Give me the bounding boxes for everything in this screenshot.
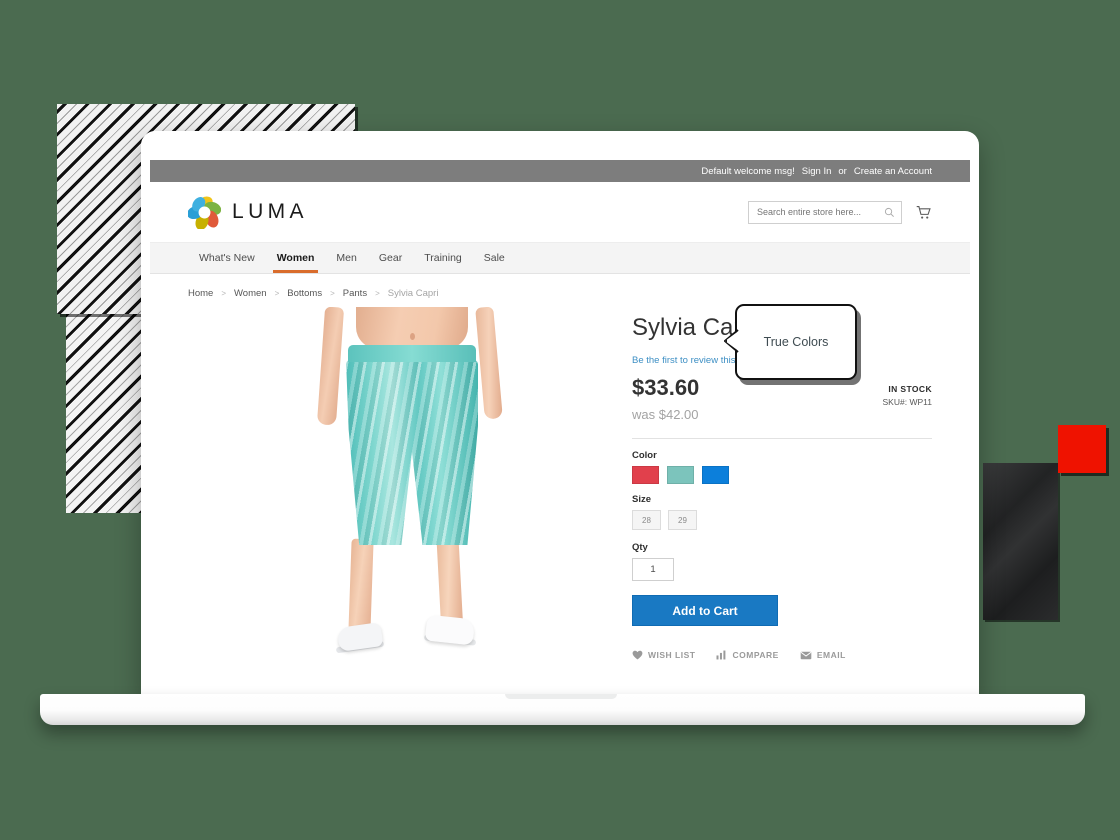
dark-rectangle-decoration (983, 463, 1058, 620)
breadcrumb-item-home[interactable]: Home (188, 288, 213, 299)
sign-in-link[interactable]: Sign In (802, 166, 832, 177)
breadcrumb-item-bottoms[interactable]: Bottoms (287, 288, 322, 299)
price-block: $33.60 was $42.00 (632, 375, 700, 423)
product-sku: SKU#: WP11 (883, 397, 932, 407)
create-account-link[interactable]: Create an Account (854, 166, 932, 177)
envelope-icon (800, 651, 812, 660)
capri-leggings-stripes (346, 359, 478, 545)
compare-label: COMPARE (732, 650, 779, 661)
header-right-group (748, 200, 932, 224)
search-box[interactable] (748, 200, 902, 224)
compare-link[interactable]: COMPARE (716, 650, 778, 660)
email-label: EMAIL (816, 650, 846, 661)
breadcrumb-separator: > (375, 289, 380, 298)
size-swatch-group: 28 29 (632, 510, 932, 531)
add-to-cart-button[interactable]: Add to Cart (632, 595, 778, 627)
main-navigation: What's New Women Men Gear Training Sale (150, 242, 970, 274)
email-link[interactable]: EMAIL (800, 650, 846, 660)
model-leg-left (348, 538, 374, 634)
product-detail: Sylvia Capri Be the first to review this… (150, 299, 970, 662)
breadcrumb-separator: > (221, 289, 227, 298)
breadcrumb-separator: > (274, 289, 280, 298)
nav-item-women[interactable]: Women (266, 243, 326, 273)
welcome-message: Default welcome msg! (701, 165, 795, 177)
section-divider (632, 438, 932, 440)
luma-flower-logo-icon (187, 196, 222, 230)
color-swatch-group (632, 466, 932, 485)
nav-item-gear[interactable]: Gear (368, 243, 413, 273)
product-old-price: was $42.00 (632, 407, 699, 423)
model-arm-left (316, 307, 345, 426)
breadcrumb-separator: > (330, 289, 335, 298)
heart-icon (632, 651, 643, 660)
size-option-28[interactable]: 28 (632, 510, 661, 531)
nav-item-training[interactable]: Training (413, 243, 473, 273)
nav-item-whats-new[interactable]: What's New (188, 243, 266, 273)
size-option-label: Size (632, 494, 652, 506)
brand-name: LUMA (232, 200, 308, 223)
color-swatch-blue[interactable] (702, 466, 729, 485)
product-action-links: WISH LIST COMPARE EMAIL (632, 650, 932, 660)
model-navel (410, 333, 415, 340)
breadcrumb-item-current: Sylvia Capri (387, 288, 439, 299)
product-price: $33.60 (632, 375, 700, 401)
model-arm-right (475, 307, 503, 420)
site-header: LUMA (150, 182, 970, 242)
laptop-base-notch (505, 694, 617, 699)
product-info: Sylvia Capri Be the first to review this… (632, 304, 932, 662)
model-torso (356, 307, 468, 349)
color-swatch-teal[interactable] (667, 466, 694, 485)
shopping-cart-icon[interactable] (915, 204, 932, 221)
stock-status-badge: IN STOCK (888, 384, 932, 395)
sku-value: WP11 (909, 397, 932, 408)
true-colors-callout: True Colors (724, 304, 857, 380)
browser-viewport: Default welcome msg! Sign In or Create a… (150, 160, 970, 669)
shoe-right (424, 614, 476, 646)
nav-item-men[interactable]: Men (325, 243, 367, 273)
nav-item-sale[interactable]: Sale (473, 243, 516, 273)
or-text: or (838, 165, 847, 177)
search-input[interactable] (755, 206, 884, 218)
search-icon[interactable] (884, 207, 895, 218)
color-option-label: Color (632, 450, 657, 462)
product-image[interactable] (188, 307, 608, 662)
color-swatch-red[interactable] (632, 466, 659, 485)
wish-list-label: WISH LIST (648, 650, 696, 661)
callout-text: True Colors (763, 335, 829, 349)
price-row: $33.60 was $42.00 IN STOCK SKU#: WP11 (632, 375, 932, 423)
size-option-29[interactable]: 29 (668, 510, 697, 531)
stock-block: IN STOCK SKU#: WP11 (883, 377, 932, 407)
wish-list-link[interactable]: WISH LIST (632, 650, 695, 660)
red-square-decoration (1058, 425, 1106, 473)
qty-input[interactable] (632, 558, 674, 582)
compare-bars-icon (716, 650, 726, 660)
breadcrumb-item-pants[interactable]: Pants (343, 288, 367, 299)
breadcrumb: Home > Women > Bottoms > Pants > Sylvia … (150, 274, 970, 299)
sku-label: SKU#: (882, 397, 908, 408)
utility-topbar: Default welcome msg! Sign In or Create a… (150, 160, 970, 182)
qty-label: Qty (632, 542, 648, 554)
breadcrumb-item-women[interactable]: Women (234, 288, 267, 299)
brand-logo[interactable]: LUMA (187, 196, 308, 230)
capri-waistband (348, 345, 476, 362)
